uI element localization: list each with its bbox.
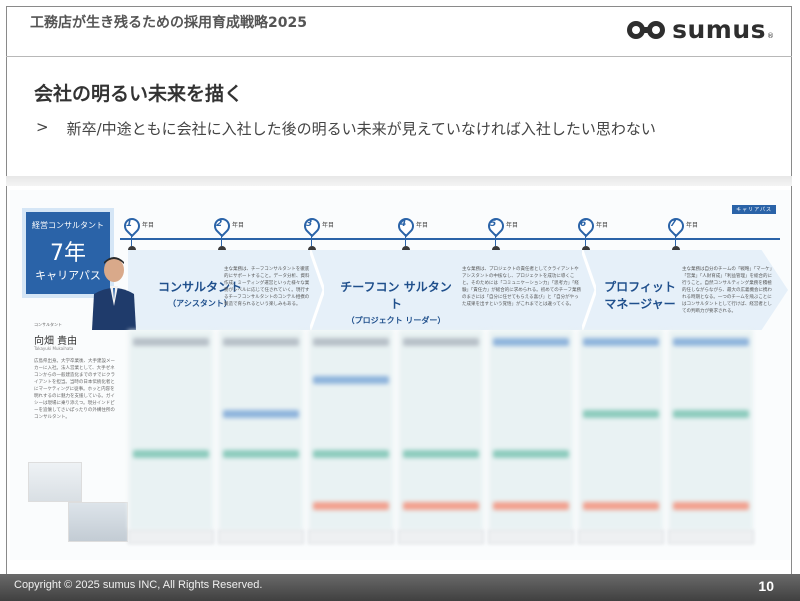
career-path-chart: 経営コンサルタント 7年 キャリアパス キャリアパス 1 年目 2 年目 3 年… xyxy=(10,190,790,560)
year-number: 1 xyxy=(126,219,133,229)
stage-sub: マネージャー xyxy=(604,297,676,311)
profile-name: 向畑 貴由 xyxy=(34,336,78,347)
career-path-tag: キャリアパス xyxy=(732,205,776,214)
year-number: 7 xyxy=(670,219,677,229)
page-number: 10 xyxy=(758,578,774,594)
header-divider xyxy=(6,56,792,57)
grid-column xyxy=(398,330,483,530)
grid-footer-cell xyxy=(398,530,484,544)
registered-mark: ® xyxy=(767,31,774,40)
year-number: 3 xyxy=(306,219,313,229)
grid-footer-cell xyxy=(218,530,304,544)
career-box-label: 経営コンサルタント xyxy=(32,221,104,230)
marker-stem xyxy=(221,234,222,246)
marker-stem xyxy=(495,234,496,246)
stage-profit-manager: プロフィット マネージャー xyxy=(600,278,680,312)
bullet-marker: > xyxy=(36,118,49,136)
profile-text: 広島県出身。大学卒業後、大手建設メーカーに入社。法人営業として、大手ゼネコンから… xyxy=(34,359,116,420)
grid-bar xyxy=(493,338,569,346)
year-suffix: 年目 xyxy=(506,222,519,229)
grid-bar xyxy=(493,450,569,458)
slide-heading: 会社の明るい未来を描く xyxy=(34,83,244,105)
bullet-point: > 新卒/中途ともに会社に入社した後の明るい未来が見えていなければ入社したい思わ… xyxy=(36,118,656,139)
year-suffix: 年目 xyxy=(142,222,155,229)
marker-stem xyxy=(675,234,676,246)
stage-description: 主な業務は、チーフコンサルタントを徹底的にサポートすること。データ分析、資料作成… xyxy=(224,267,310,307)
meeting-photo xyxy=(68,502,128,542)
grid-column xyxy=(488,330,573,530)
logo-mark-icon xyxy=(627,20,666,39)
grid-column xyxy=(218,330,303,530)
whiteboard-photo xyxy=(28,462,82,502)
stage-name: チーフコン サルタント xyxy=(340,280,452,311)
grid-bar xyxy=(223,338,299,346)
marker-stem xyxy=(131,234,132,246)
stage-description: 主な業務は、プロジェクトの責任者としてクライアントやアシスタントの中核なし、プロ… xyxy=(462,267,581,307)
grid-footer-cell xyxy=(128,530,214,544)
section-band xyxy=(6,176,792,186)
grid-bar xyxy=(673,338,749,346)
grid-column xyxy=(308,330,393,530)
year-number: 5 xyxy=(490,219,497,229)
stage-description: 主な業務は自分のチームの「戦略」「マーケ」「営業」「人財育成」「利益管理」を総合… xyxy=(682,267,775,314)
grid-bar xyxy=(403,502,479,510)
profile-label: コンサルタント xyxy=(34,322,62,327)
grid-footer-cell xyxy=(488,530,574,544)
grid-bar xyxy=(313,502,389,510)
marker-stem xyxy=(405,234,406,246)
grid-bar xyxy=(223,410,299,418)
stage-divider xyxy=(582,250,596,330)
grid-column xyxy=(128,330,213,530)
year-number: 2 xyxy=(216,219,223,229)
grid-bar xyxy=(673,502,749,510)
grid-column xyxy=(578,330,663,530)
copyright-text: Copyright © 2025 sumus INC, All Rights R… xyxy=(14,579,263,591)
year-suffix: 年目 xyxy=(596,222,609,229)
year-number: 4 xyxy=(400,219,407,229)
grid-bar xyxy=(673,410,749,418)
stage-divider xyxy=(310,250,324,330)
stage-name: プロフィット xyxy=(604,280,676,294)
stage-chief-consultant: チーフコン サルタント （プロジェクト リーダー） xyxy=(336,278,456,326)
grid-bar xyxy=(583,410,659,418)
grid-bar xyxy=(313,338,389,346)
year-suffix: 年目 xyxy=(232,222,245,229)
grid-footer-cell xyxy=(578,530,664,544)
stage-sub: （プロジェクト リーダー） xyxy=(346,316,446,325)
grid-bar xyxy=(133,338,209,346)
grid-footer-cell xyxy=(308,530,394,544)
grid-bar xyxy=(403,450,479,458)
grid-bar xyxy=(493,502,569,510)
sumus-logo: sumus ® xyxy=(626,17,774,42)
document-title: 工務店が生き残るための採用育成戦略2025 xyxy=(30,15,307,31)
slide: 工務店が生き残るための採用育成戦略2025 sumus ® 会社の明るい未来を描… xyxy=(0,0,800,601)
grid-column xyxy=(668,330,753,530)
year-suffix: 年目 xyxy=(686,222,699,229)
grid-bar xyxy=(583,338,659,346)
grid-bar xyxy=(313,450,389,458)
consultant-photo xyxy=(92,257,136,330)
grid-footer-cell xyxy=(668,530,754,544)
year-suffix: 年目 xyxy=(322,222,335,229)
grid-bar xyxy=(403,338,479,346)
year-number: 6 xyxy=(580,219,587,229)
grid-bar xyxy=(583,502,659,510)
marker-stem xyxy=(311,234,312,246)
profile-roman: Takayuki Mukaihata xyxy=(34,346,74,351)
grid-bar xyxy=(133,450,209,458)
marker-stem xyxy=(585,234,586,246)
bullet-text: 新卒/中途ともに会社に入社した後の明るい未来が見えていなければ入社したい思わない xyxy=(66,120,656,138)
grid-bar xyxy=(223,450,299,458)
grid-bar xyxy=(313,376,389,384)
skill-grid-blurred xyxy=(128,330,788,530)
logo-wordmark: sumus xyxy=(672,15,766,44)
year-suffix: 年目 xyxy=(416,222,429,229)
